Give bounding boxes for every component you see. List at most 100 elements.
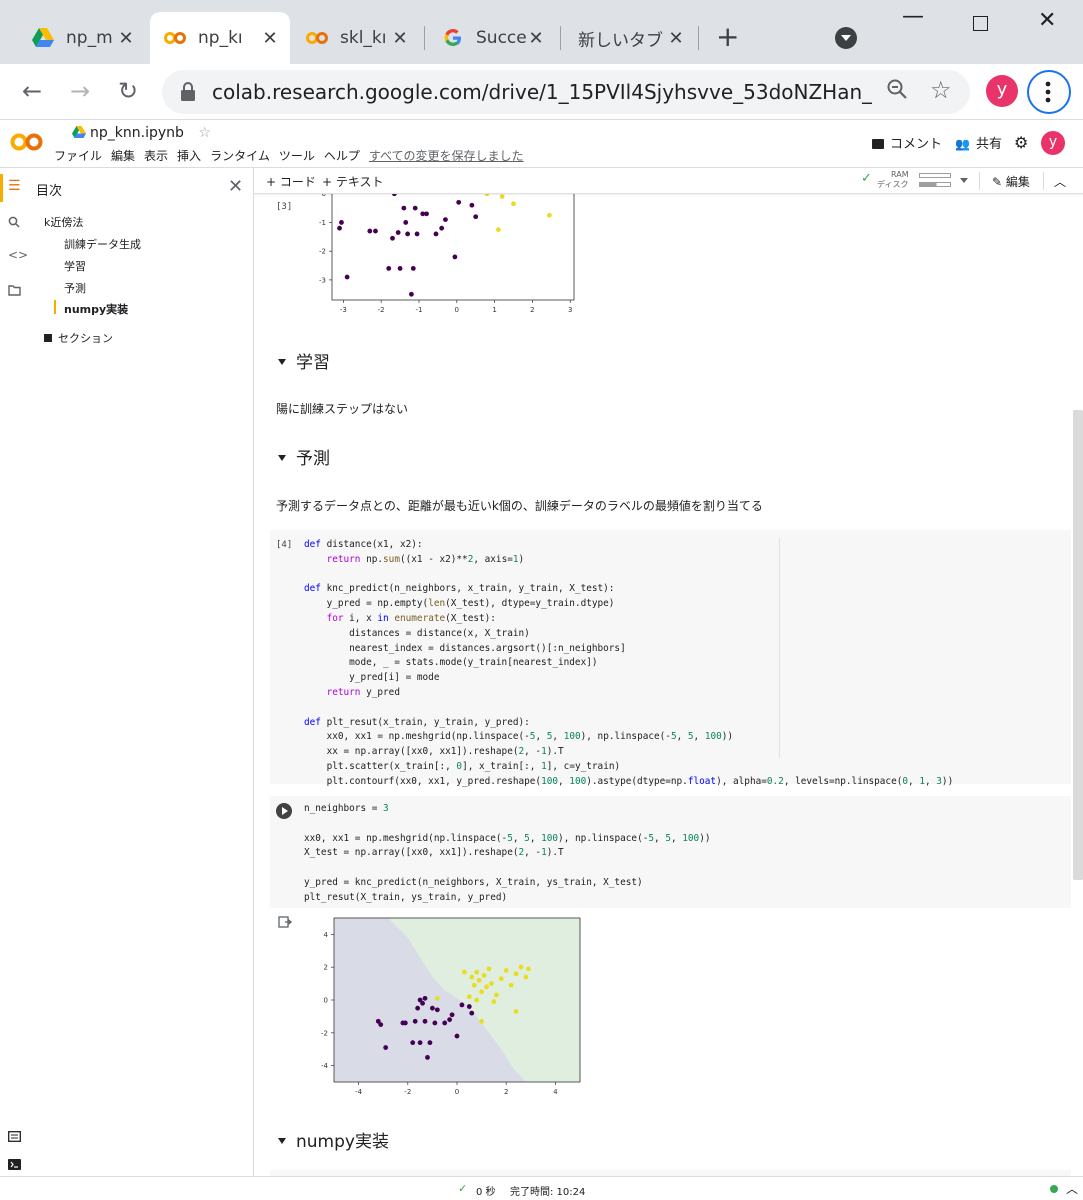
data-point <box>442 1020 448 1026</box>
menu-runtime[interactable]: ランタイム <box>210 147 270 164</box>
collapse-caret-icon[interactable] <box>278 359 286 365</box>
tab-np-m[interactable]: np_m ✕ <box>18 12 146 64</box>
star-icon[interactable]: ☆ <box>198 125 211 141</box>
tab-success[interactable]: Succe ✕ <box>428 12 556 64</box>
data-point <box>474 969 480 975</box>
data-point <box>412 205 418 211</box>
share-button[interactable]: 👥 共有 <box>955 133 1002 152</box>
toolbar-divider <box>1043 172 1044 190</box>
predict-description: 予測するデータ点との、距離が最も近いk個の、訓練データのラベルの最頻値を割り当て… <box>276 499 763 513</box>
cell-execution-count: [4] <box>276 540 293 550</box>
close-icon[interactable]: ✕ <box>116 28 136 49</box>
menu-edit[interactable]: 編集 <box>111 147 135 164</box>
toc-item-training-data[interactable]: 訓練データ生成 <box>64 236 141 252</box>
data-point <box>405 231 411 237</box>
close-icon[interactable]: ✕ <box>666 28 686 49</box>
tab-search-icon[interactable] <box>835 27 857 49</box>
section-heading-learning[interactable]: 学習 <box>278 348 330 373</box>
section-heading-numpy[interactable]: numpy実装 <box>278 1127 389 1152</box>
connected-check-icon: ✓ <box>861 171 872 186</box>
edit-button[interactable]: ✎ 編集 <box>992 173 1030 190</box>
toc-item-predict[interactable]: 予測 <box>64 280 86 296</box>
x-tick-label: 0 <box>455 306 459 314</box>
menu-file[interactable]: ファイル <box>54 147 102 164</box>
toc-item-numpy[interactable]: numpy実装 <box>64 301 128 317</box>
window-close-icon[interactable]: ✕ <box>1038 8 1056 33</box>
profile-avatar[interactable]: y <box>986 75 1018 107</box>
section-heading-predict[interactable]: 予測 <box>278 444 330 469</box>
tab-divider <box>424 26 425 50</box>
code-cell-5[interactable]: n_neighbors = 3 xx0, xx1 = np.meshgrid(n… <box>270 796 1071 908</box>
tab-np-kn[interactable]: np_kı ✕ <box>150 12 290 64</box>
more-vert-icon <box>1045 81 1051 103</box>
run-cell-play-icon[interactable] <box>276 803 292 819</box>
collapse-caret-icon[interactable] <box>278 1138 286 1144</box>
data-point <box>495 227 501 233</box>
completed-time: 完了時間: 10:24 <box>510 1187 586 1198</box>
data-point <box>373 228 378 234</box>
folder-icon[interactable] <box>8 284 21 300</box>
toc-panel: 目次 ✕ k近傍法 訓練データ生成 学習 予測 numpy実装 セクション <box>30 168 254 1176</box>
maximize-icon[interactable] <box>973 16 988 31</box>
bookmark-star-icon[interactable]: ☆ <box>930 76 952 104</box>
data-point <box>412 1018 418 1024</box>
add-text-button[interactable]: + テキスト <box>322 173 384 190</box>
terminal-icon[interactable] <box>8 1158 21 1174</box>
output-icon[interactable] <box>278 916 292 930</box>
collapse-caret-icon[interactable] <box>278 455 286 461</box>
tab-new-tab[interactable]: 新しいタブ ✕ <box>566 12 696 64</box>
toc-add-section[interactable]: セクション <box>44 330 113 346</box>
x-tick-label: -2 <box>378 306 385 314</box>
command-palette-icon[interactable] <box>8 1130 21 1146</box>
forward-arrow-icon[interactable]: → <box>70 76 90 106</box>
scrollbar[interactable] <box>1073 410 1083 880</box>
menu-tools[interactable]: ツール <box>279 147 315 164</box>
add-box-icon <box>44 334 52 342</box>
expand-chevron-up-icon[interactable]: ︿ <box>1066 1180 1078 1197</box>
data-point <box>414 231 420 237</box>
menu-view[interactable]: 表示 <box>144 147 168 164</box>
toc-item-knn[interactable]: k近傍法 <box>44 214 83 230</box>
comment-button[interactable]: コメント <box>872 133 942 152</box>
zoom-icon[interactable] <box>886 78 908 106</box>
minimize-icon[interactable]: — <box>902 4 924 29</box>
data-point <box>452 254 458 260</box>
code-editor-4[interactable]: def distance(x1, x2): return np.sum((x1 … <box>304 538 953 790</box>
data-point <box>447 1017 453 1023</box>
settings-gear-icon[interactable]: ⚙ <box>1014 133 1028 152</box>
search-icon[interactable] <box>8 216 20 232</box>
resources-dropdown-icon[interactable] <box>960 178 968 183</box>
address-bar[interactable]: colab.research.google.com/drive/1_15PVIl… <box>162 70 970 114</box>
x-tick-label: -1 <box>415 306 422 314</box>
reload-icon[interactable]: ↻ <box>118 76 138 106</box>
code-snippets-icon[interactable]: <> <box>8 248 28 262</box>
toc-item-learning[interactable]: 学習 <box>64 258 86 274</box>
colab-avatar[interactable]: y <box>1041 131 1065 155</box>
y-tick-label: -1 <box>319 219 326 227</box>
save-status-link[interactable]: すべての変更を保存しました <box>369 147 524 164</box>
data-point <box>456 199 462 205</box>
data-point <box>439 225 445 231</box>
close-icon[interactable]: ✕ <box>260 28 280 49</box>
add-code-button[interactable]: + コード <box>266 173 316 190</box>
resource-labels[interactable]: RAM ディスク <box>877 170 909 190</box>
notebook-title[interactable]: np_knn.ipynb ☆ <box>72 125 211 141</box>
data-point <box>547 212 552 218</box>
close-icon[interactable]: ✕ <box>526 28 546 49</box>
code-editor-5[interactable]: n_neighbors = 3 xx0, xx1 = np.meshgrid(n… <box>304 802 711 906</box>
menu-help[interactable]: ヘルプ <box>324 147 360 164</box>
close-panel-icon[interactable]: ✕ <box>228 176 243 197</box>
plot-frame <box>331 188 575 301</box>
tab-skl-kn[interactable]: skl_kı ✕ <box>292 12 420 64</box>
data-point <box>525 966 531 972</box>
close-icon[interactable]: ✕ <box>390 28 410 49</box>
menu-insert[interactable]: 挿入 <box>177 147 201 164</box>
collapse-chevron-up-icon[interactable]: ︿ <box>1054 173 1066 190</box>
toc-list-icon[interactable]: ☰ <box>8 178 21 194</box>
colab-logo-icon <box>10 133 43 151</box>
code-cell-4[interactable]: [4] def distance(x1, x2): return np.sum(… <box>270 530 1071 787</box>
new-tab-plus-icon[interactable]: + <box>716 22 739 52</box>
back-arrow-icon[interactable]: ← <box>22 76 42 106</box>
comment-icon <box>872 139 884 149</box>
y-tick-label: -3 <box>319 276 326 284</box>
